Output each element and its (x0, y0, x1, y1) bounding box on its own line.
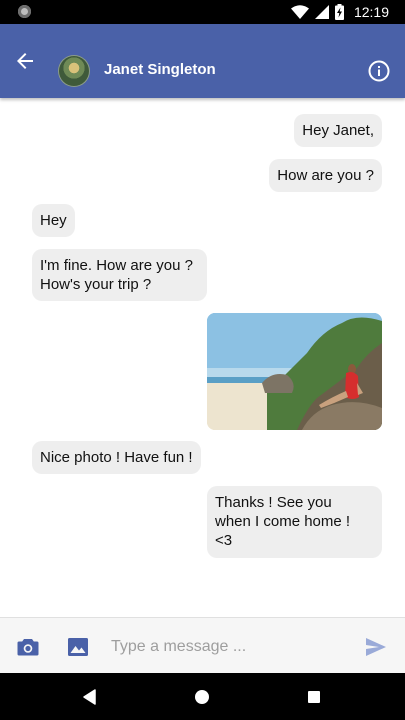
status-time: 12:19 (353, 4, 389, 20)
home-circle-icon (195, 690, 209, 704)
system-nav-bar (0, 673, 405, 720)
app-bar: Janet Singleton (0, 24, 405, 98)
back-button[interactable] (10, 46, 40, 76)
status-icons: 12:19 (290, 0, 389, 24)
message-input[interactable] (111, 635, 341, 659)
nav-home-button[interactable] (192, 687, 212, 707)
send-icon[interactable] (366, 638, 386, 656)
notification-dot-icon (18, 5, 31, 18)
contact-name: Janet Singleton (104, 61, 216, 78)
wifi-icon (290, 5, 309, 19)
nav-back-button[interactable] (80, 687, 100, 707)
message-list: Hey Janet, How are you ? Hey I'm fine. H… (0, 98, 405, 618)
beach-photo-image (207, 313, 382, 430)
arrow-back-icon (17, 53, 33, 69)
battery-charging-icon (334, 4, 344, 20)
message-bubble-sent: How are you ? (269, 159, 382, 192)
nav-recents-button[interactable] (304, 687, 324, 707)
info-icon (368, 60, 390, 82)
avatar[interactable] (58, 55, 90, 87)
info-button[interactable] (367, 59, 391, 83)
camera-icon[interactable] (17, 637, 39, 657)
message-bubble-received: Nice photo ! Have fun ! (32, 441, 201, 474)
image-icon[interactable] (68, 638, 88, 656)
message-input-bar (0, 617, 405, 673)
message-bubble-sent: Hey Janet, (294, 114, 382, 147)
message-bubble-received: Hey (32, 204, 75, 237)
recents-square-icon (308, 691, 320, 703)
message-bubble-received: I'm fine. How are you ? How's your trip … (32, 249, 207, 301)
status-bar: 12:19 (0, 0, 405, 24)
message-photo[interactable] (207, 313, 382, 430)
back-triangle-icon (83, 689, 96, 705)
message-bubble-sent: Thanks ! See you when I come home ! <3 (207, 486, 382, 558)
signal-icon (314, 5, 329, 19)
